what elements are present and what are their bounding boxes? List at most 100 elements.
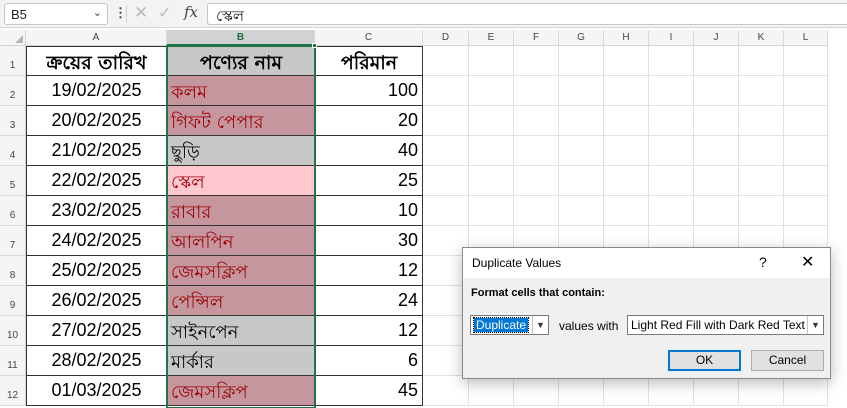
column-header-c[interactable]: C: [315, 30, 423, 46]
chevron-down-icon[interactable]: ▼: [532, 316, 548, 334]
cell[interactable]: [604, 166, 649, 196]
chevron-down-icon[interactable]: ▼: [807, 316, 823, 334]
column-header-b[interactable]: B: [167, 30, 315, 46]
purchase-date-cell[interactable]: 20/02/2025: [26, 106, 167, 136]
purchase-date-cell[interactable]: 26/02/2025: [26, 286, 167, 316]
quantity-cell[interactable]: 12: [315, 316, 423, 346]
cell[interactable]: [739, 196, 784, 226]
cell[interactable]: [469, 106, 514, 136]
purchase-date-cell[interactable]: 28/02/2025: [26, 346, 167, 376]
product-name-cell[interactable]: জেমসক্লিপ: [167, 376, 315, 406]
cell[interactable]: [469, 136, 514, 166]
row-header-5[interactable]: 5: [0, 166, 26, 196]
cell[interactable]: [469, 196, 514, 226]
cell[interactable]: [784, 376, 828, 406]
row-header-8[interactable]: 8: [0, 256, 26, 286]
cell[interactable]: [649, 106, 694, 136]
cell[interactable]: [739, 376, 784, 406]
column-header-j[interactable]: J: [694, 30, 739, 46]
row-header-1[interactable]: 1: [0, 46, 26, 76]
formula-input[interactable]: স্কেল: [207, 3, 847, 25]
product-name-cell[interactable]: সাইনপেন: [167, 316, 315, 346]
column-header-l[interactable]: L: [784, 30, 828, 46]
cell[interactable]: [469, 376, 514, 406]
cell[interactable]: [739, 166, 784, 196]
cell[interactable]: [694, 376, 739, 406]
help-icon[interactable]: ?: [759, 254, 767, 270]
quantity-cell[interactable]: 25: [315, 166, 423, 196]
cell[interactable]: [649, 376, 694, 406]
select-all-corner[interactable]: [0, 30, 26, 46]
cell[interactable]: [604, 376, 649, 406]
purchase-date-cell[interactable]: 23/02/2025: [26, 196, 167, 226]
purchase-date-cell[interactable]: 22/02/2025: [26, 166, 167, 196]
cancel-button[interactable]: Cancel: [751, 350, 824, 371]
quantity-cell[interactable]: 30: [315, 226, 423, 256]
table-header-cell[interactable]: পরিমান: [315, 46, 423, 76]
row-header-9[interactable]: 9: [0, 286, 26, 316]
cell[interactable]: [604, 46, 649, 76]
cell[interactable]: [514, 196, 559, 226]
cell[interactable]: [739, 46, 784, 76]
name-box[interactable]: B5 ⌄: [4, 3, 108, 25]
cell[interactable]: [604, 196, 649, 226]
purchase-date-cell[interactable]: 25/02/2025: [26, 256, 167, 286]
purchase-date-cell[interactable]: 01/03/2025: [26, 376, 167, 406]
cell[interactable]: [559, 136, 604, 166]
product-name-cell[interactable]: কলম: [167, 76, 315, 106]
cell[interactable]: [423, 106, 469, 136]
cell[interactable]: [784, 76, 828, 106]
cell[interactable]: [514, 46, 559, 76]
cell[interactable]: [423, 196, 469, 226]
cell[interactable]: [559, 376, 604, 406]
row-header-11[interactable]: 11: [0, 346, 26, 376]
cell[interactable]: [604, 76, 649, 106]
cell[interactable]: [423, 376, 469, 406]
quantity-cell[interactable]: 12: [315, 256, 423, 286]
row-header-12[interactable]: 12: [0, 376, 26, 406]
product-name-cell[interactable]: জেমসক্লিপ: [167, 256, 315, 286]
quantity-cell[interactable]: 45: [315, 376, 423, 406]
cell[interactable]: [739, 106, 784, 136]
product-name-cell[interactable]: গিফট পেপার: [167, 106, 315, 136]
product-name-cell[interactable]: আলপিন: [167, 226, 315, 256]
cell[interactable]: [649, 196, 694, 226]
column-header-i[interactable]: I: [649, 30, 694, 46]
purchase-date-cell[interactable]: 21/02/2025: [26, 136, 167, 166]
column-header-a[interactable]: A: [26, 30, 167, 46]
quantity-cell[interactable]: 24: [315, 286, 423, 316]
cell[interactable]: [649, 76, 694, 106]
enter-icon[interactable]: ✓: [158, 3, 171, 22]
table-header-cell[interactable]: পণ্যের নাম: [167, 46, 315, 76]
column-header-d[interactable]: D: [423, 30, 469, 46]
quantity-cell[interactable]: 40: [315, 136, 423, 166]
product-name-cell[interactable]: ছুড়ি: [167, 136, 315, 166]
active-cell[interactable]: স্কেল: [167, 166, 315, 196]
cell[interactable]: [784, 196, 828, 226]
row-header-2[interactable]: 2: [0, 76, 26, 106]
product-name-cell[interactable]: রাবার: [167, 196, 315, 226]
ok-button[interactable]: OK: [668, 350, 741, 371]
cell[interactable]: [423, 166, 469, 196]
product-name-cell[interactable]: মার্কার: [167, 346, 315, 376]
row-header-3[interactable]: 3: [0, 106, 26, 136]
cell[interactable]: [423, 136, 469, 166]
cell[interactable]: [469, 76, 514, 106]
column-header-e[interactable]: E: [469, 30, 514, 46]
cell[interactable]: [514, 136, 559, 166]
cell[interactable]: [559, 196, 604, 226]
cell[interactable]: [559, 106, 604, 136]
cell[interactable]: [739, 76, 784, 106]
cell[interactable]: [694, 76, 739, 106]
column-header-g[interactable]: G: [559, 30, 604, 46]
cell[interactable]: [784, 166, 828, 196]
format-style-select[interactable]: Light Red Fill with Dark Red Text ▼: [627, 315, 824, 335]
cell[interactable]: [514, 76, 559, 106]
quantity-cell[interactable]: 100: [315, 76, 423, 106]
row-header-10[interactable]: 10: [0, 316, 26, 346]
cell[interactable]: [784, 106, 828, 136]
cancel-icon[interactable]: ✕: [134, 3, 148, 23]
purchase-date-cell[interactable]: 19/02/2025: [26, 76, 167, 106]
cell[interactable]: [559, 76, 604, 106]
cell[interactable]: [423, 46, 469, 76]
